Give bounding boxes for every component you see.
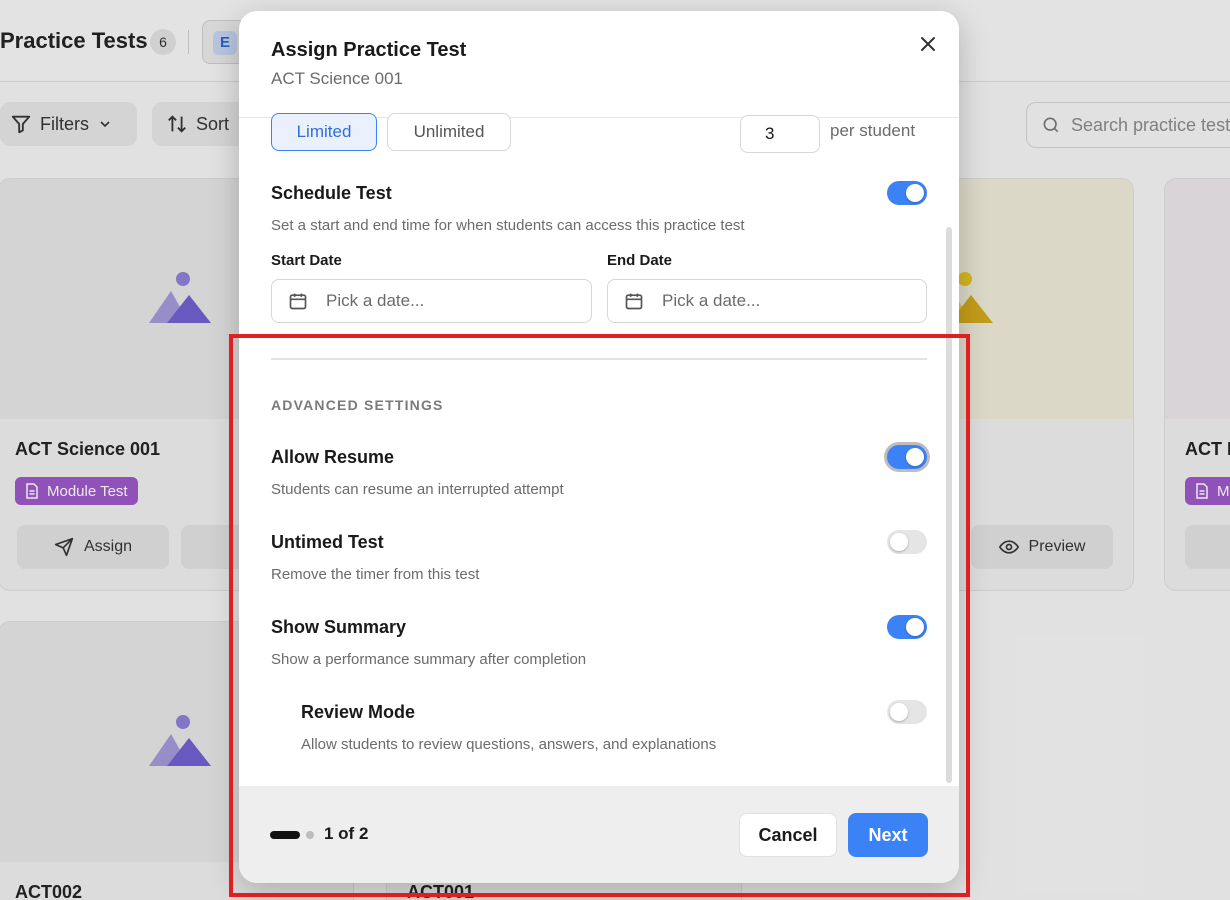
calendar-icon bbox=[625, 293, 643, 310]
attempts-per-student-input[interactable]: 3 bbox=[740, 115, 820, 153]
start-date-label: Start Date bbox=[271, 252, 342, 269]
advanced-settings-heading: ADVANCED SETTINGS bbox=[271, 397, 444, 413]
modal-footer: 1 of 2 Cancel Next bbox=[239, 786, 959, 883]
schedule-test-title: Schedule Test bbox=[271, 183, 392, 203]
allow-resume-title: Allow Resume bbox=[271, 447, 395, 467]
assign-practice-test-modal: Assign Practice Test ACT Science 001 Lim… bbox=[239, 11, 959, 883]
modal-title: Assign Practice Test bbox=[271, 39, 467, 61]
untimed-test-description: Remove the timer from this test bbox=[271, 566, 480, 583]
show-summary-description: Show a performance summary after complet… bbox=[271, 651, 587, 668]
toggle-knob bbox=[906, 184, 924, 202]
next-button[interactable]: Next bbox=[848, 813, 928, 857]
show-summary-toggle[interactable] bbox=[887, 615, 927, 639]
end-date-label: End Date bbox=[607, 252, 673, 269]
review-mode-description: Allow students to review questions, answ… bbox=[301, 736, 717, 753]
step-indicator-active bbox=[270, 831, 300, 839]
close-button[interactable] bbox=[915, 31, 941, 57]
per-student-label: per student bbox=[830, 121, 916, 140]
modal-scrollbar[interactable] bbox=[946, 227, 952, 783]
show-summary-title: Show Summary bbox=[271, 617, 407, 637]
modal-subtitle: ACT Science 001 bbox=[271, 69, 403, 88]
schedule-test-description: Set a start and end time for when studen… bbox=[271, 217, 745, 234]
untimed-test-toggle[interactable] bbox=[887, 530, 927, 554]
review-mode-title: Review Mode bbox=[301, 702, 416, 722]
section-divider bbox=[271, 358, 927, 360]
attempts-unlimited-option[interactable]: Unlimited bbox=[387, 113, 511, 151]
end-date-placeholder: Pick a date... bbox=[662, 291, 761, 310]
start-date-placeholder: Pick a date... bbox=[326, 291, 425, 310]
review-mode-toggle[interactable] bbox=[887, 700, 927, 724]
toggle-knob bbox=[890, 533, 908, 551]
schedule-test-toggle[interactable] bbox=[887, 181, 927, 205]
allow-resume-description: Students can resume an interrupted attem… bbox=[271, 481, 564, 498]
calendar-icon bbox=[289, 293, 307, 310]
close-icon bbox=[921, 37, 935, 51]
toggle-knob bbox=[906, 618, 924, 636]
untimed-test-title: Untimed Test bbox=[271, 532, 384, 552]
attempts-limited-option[interactable]: Limited bbox=[271, 113, 377, 151]
end-date-picker[interactable]: Pick a date... bbox=[607, 279, 927, 323]
allow-resume-toggle[interactable] bbox=[887, 445, 927, 469]
start-date-picker[interactable]: Pick a date... bbox=[271, 279, 592, 323]
step-counter: 1 of 2 bbox=[324, 824, 369, 843]
step-indicator-inactive bbox=[306, 831, 314, 839]
toggle-knob bbox=[906, 448, 924, 466]
cancel-button[interactable]: Cancel bbox=[739, 813, 837, 857]
toggle-knob bbox=[890, 703, 908, 721]
